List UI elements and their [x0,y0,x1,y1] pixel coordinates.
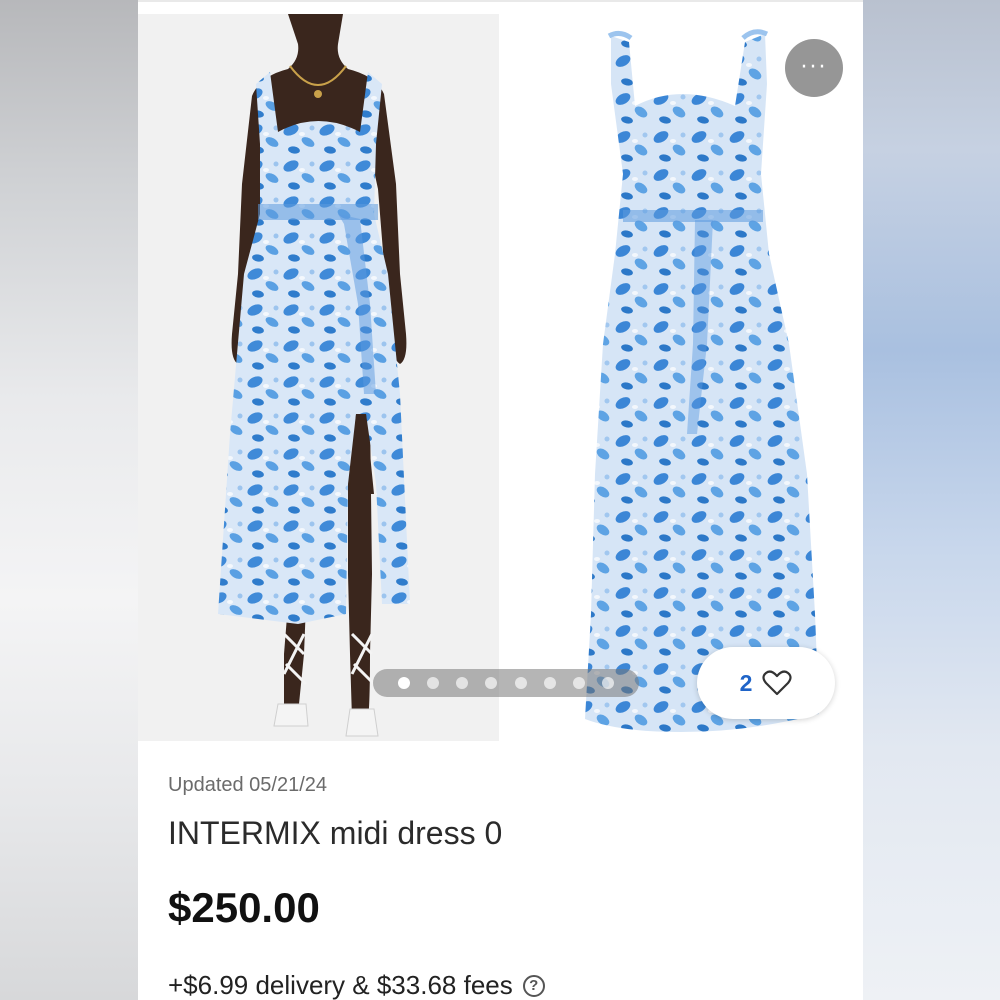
more-options-button[interactable]: ··· [785,39,843,97]
question-circle-icon[interactable]: ? [522,974,545,997]
listing-price: $250.00 [168,884,320,931]
pagination-dot-3[interactable] [456,677,469,689]
left-blurred-background [0,0,140,1000]
listing-title: INTERMIX midi dress 0 [168,815,503,851]
pagination-dot-8[interactable] [601,677,614,689]
pagination-dot-6[interactable] [543,677,556,689]
listing-panel: ··· 2 Updated 05/21/24 INTERMIX midi dre… [138,0,863,1000]
updated-date: Updated 05/21/24 [168,774,328,796]
pagination-dot-4[interactable] [485,677,498,689]
fees-text: +$6.99 delivery & $33.68 fees [168,970,513,1000]
like-button[interactable]: 2 [697,647,835,719]
right-blurred-background [863,0,1000,1000]
heart-outline-icon [762,670,792,696]
pagination-dot-2[interactable] [427,677,440,689]
product-photo-model[interactable] [138,14,499,741]
pagination-dot-1[interactable] [398,677,411,689]
like-count: 2 [739,669,753,696]
delivery-fees: +$6.99 delivery & $33.68 fees ? [168,970,545,1000]
pagination-dot-7[interactable] [572,677,585,689]
product-photo-flat[interactable] [499,14,863,741]
pagination-dot-5[interactable] [514,677,527,689]
gallery-pagination[interactable] [373,669,639,697]
more-horizontal-icon: ··· [800,55,828,80]
top-divider [138,0,863,2]
